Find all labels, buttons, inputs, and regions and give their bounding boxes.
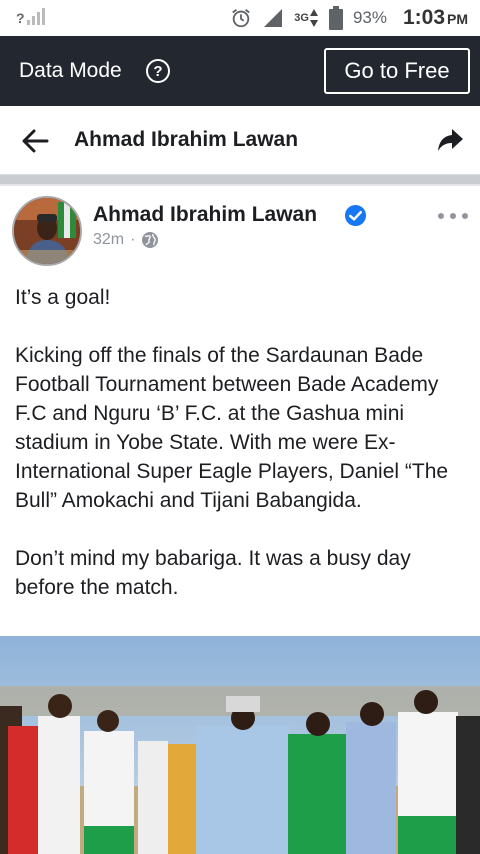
page-header: Ahmad Ibrahim Lawan <box>0 106 480 174</box>
post-photo[interactable] <box>0 636 480 854</box>
cell-signal-icon <box>264 9 283 27</box>
post-meta: 32m · <box>93 231 159 249</box>
data-mode-label: Data Mode <box>19 59 122 82</box>
clock-time: 1:03 <box>402 6 445 29</box>
post-photo-image <box>0 636 480 854</box>
signal-status: ? <box>16 6 46 26</box>
clock-ampm: PM <box>447 11 468 27</box>
more-options-icon[interactable] <box>438 206 468 226</box>
share-icon[interactable] <box>436 126 464 154</box>
status-bar: ? 3G 93% 1:03 PM <box>0 0 480 36</box>
clock: 1:03 PM <box>403 6 468 30</box>
data-arrows-icon <box>309 9 318 27</box>
signal-bars-icon <box>26 8 45 25</box>
post-author-name[interactable]: Ahmad Ibrahim Lawan <box>93 203 317 227</box>
alarm-icon <box>232 9 251 28</box>
go-to-free-button[interactable]: Go to Free <box>324 48 470 94</box>
battery-icon <box>328 6 343 30</box>
post-body: It’s a goal! Kicking off the finals of t… <box>15 283 470 602</box>
battery-percent: 93% <box>352 8 387 27</box>
avatar-image <box>14 198 80 264</box>
back-arrow-icon[interactable] <box>20 126 50 156</box>
author-avatar[interactable] <box>12 196 82 266</box>
page-title: Ahmad Ibrahim Lawan <box>74 128 299 151</box>
post-paragraph: It’s a goal! <box>15 286 111 309</box>
section-divider-line <box>0 184 480 186</box>
verified-badge-icon <box>344 204 367 227</box>
no-signal-question: ? <box>16 10 25 26</box>
data-mode-info-icon[interactable]: ? <box>146 59 170 83</box>
public-globe-icon <box>142 232 159 248</box>
network-type: 3G <box>294 8 319 28</box>
post-paragraph: Don’t mind my babariga. It was a busy da… <box>15 547 411 599</box>
network-type-label: 3G <box>294 11 309 24</box>
data-mode-bar: Data Mode Go to Free <box>0 36 480 106</box>
post-timestamp[interactable]: 32m <box>93 231 124 249</box>
meta-separator: · <box>130 231 136 248</box>
post-paragraph: Kicking off the finals of the Sardaunan … <box>15 344 449 512</box>
